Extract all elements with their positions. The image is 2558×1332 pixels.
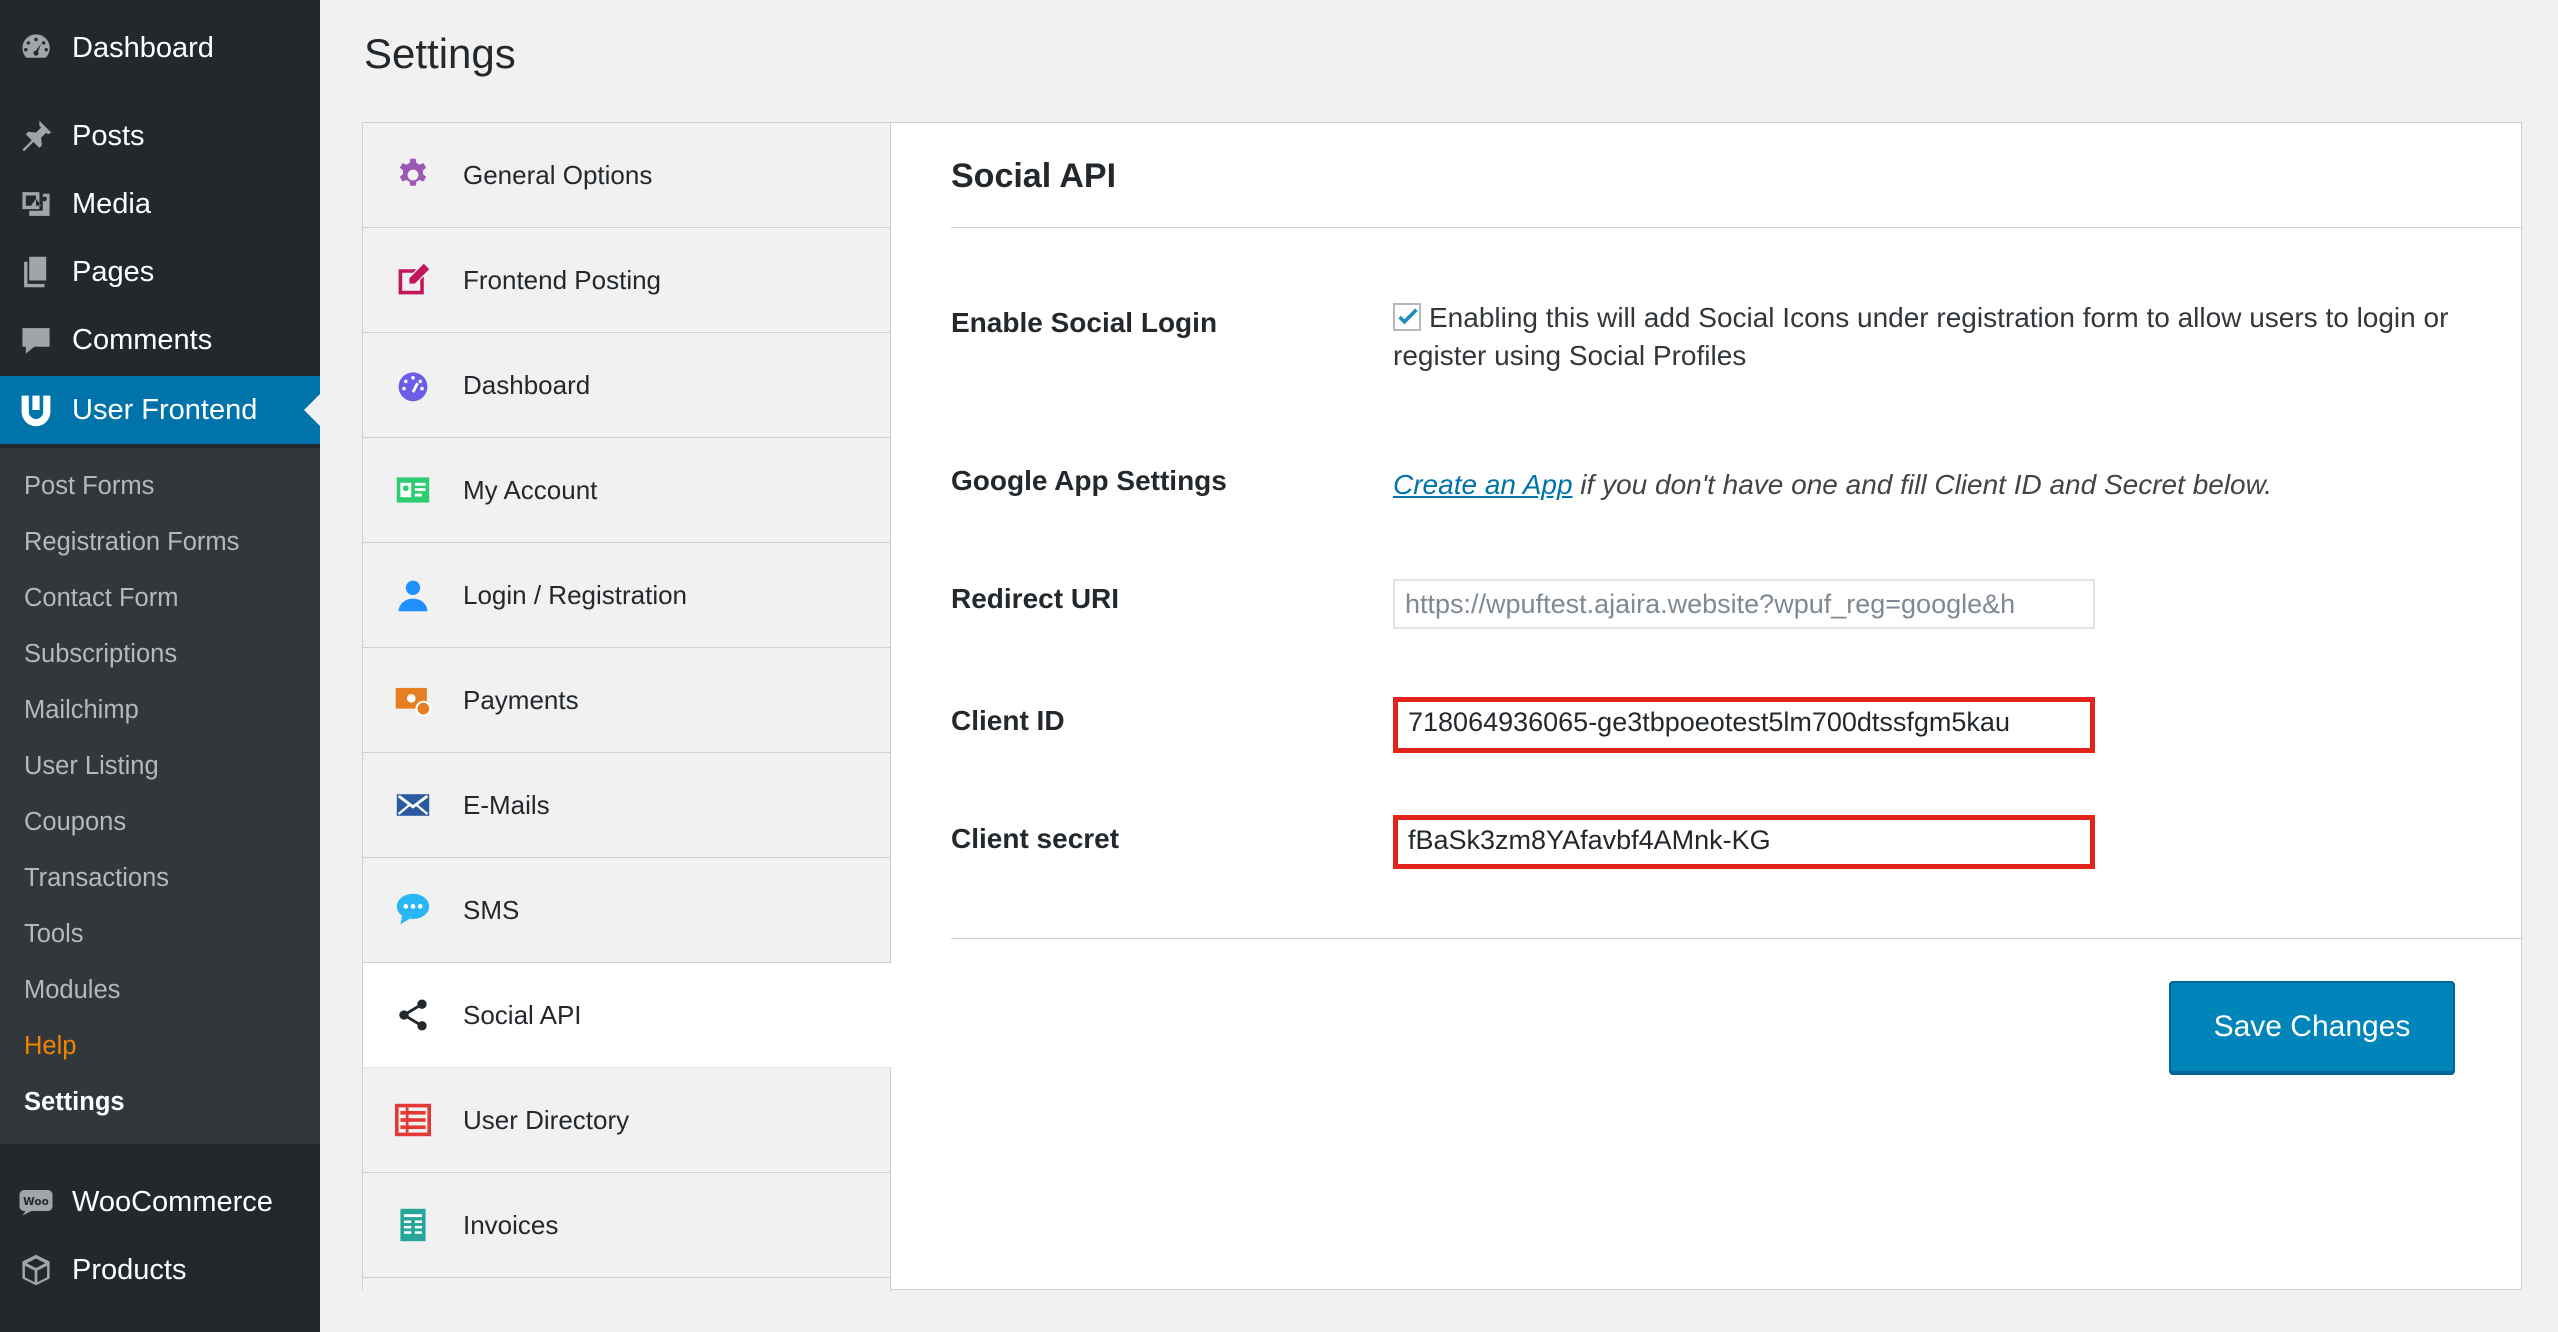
menu-item-comments[interactable]: Comments (0, 310, 320, 370)
tab-label: User Directory (463, 1104, 630, 1135)
dashboard-icon (393, 365, 433, 405)
tab-label: Dashboard (463, 369, 591, 400)
tab-payments[interactable]: Payments (363, 648, 891, 753)
menu-item-media[interactable]: Media (0, 174, 320, 234)
google-app-settings-label: Google App Settings (951, 465, 1227, 496)
client-id-label: Client ID (951, 705, 1065, 736)
menu-item-pages[interactable]: Pages (0, 242, 320, 302)
tab-label: Frontend Posting (463, 264, 662, 295)
tab-label: Invoices (463, 1209, 559, 1240)
redirect-uri-label: Redirect URI (951, 583, 1120, 614)
redirect-uri-input[interactable]: https://wpuftest.ajaira.website?wpuf_reg… (1393, 579, 2095, 629)
user-icon (393, 575, 433, 615)
list-icon (393, 1100, 433, 1140)
payment-icon (393, 680, 433, 720)
enable-social-login-description: Enabling this will add Social Icons unde… (1393, 302, 2449, 371)
submenu-item-help[interactable]: Help (24, 1032, 76, 1061)
user-frontend-submenu: Post Forms Registration Forms Contact Fo… (0, 448, 320, 1144)
submenu-item-coupons[interactable]: Coupons (24, 808, 126, 837)
admin-sidebar: Dashboard Posts Media Pages Comments Use… (0, 0, 320, 1332)
menu-label: Comments (72, 323, 213, 356)
submenu-item-contact-form[interactable]: Contact Form (24, 584, 178, 613)
menu-label: Pages (72, 255, 155, 288)
menu-label: User Frontend (72, 393, 258, 426)
tab-sms[interactable]: SMS (363, 858, 891, 963)
submenu-item-settings[interactable]: Settings (24, 1088, 125, 1117)
tab-label: Login / Registration (463, 579, 688, 610)
menu-item-posts[interactable]: Posts (0, 106, 320, 166)
tab-social-api[interactable]: Social API (363, 963, 893, 1068)
checkmark-icon (1398, 308, 1418, 325)
tab-general-options[interactable]: General Options (363, 123, 891, 228)
media-icon (18, 186, 54, 222)
pin-icon (18, 118, 54, 154)
comment-icon (18, 322, 54, 358)
tab-label: General Options (463, 159, 653, 190)
menu-item-products[interactable]: Products (0, 1240, 320, 1300)
edit-icon (393, 260, 433, 300)
id-card-icon (393, 470, 433, 510)
tab-user-directory[interactable]: User Directory (363, 1068, 891, 1173)
title-divider (951, 227, 2523, 228)
tab-label: Payments (463, 684, 579, 715)
form-divider (951, 938, 2523, 939)
tab-label: Social API (463, 999, 582, 1030)
tab-login-registration[interactable]: Login / Registration (363, 543, 891, 648)
tab-invoices[interactable]: Invoices (363, 1173, 891, 1278)
settings-container: General Options Frontend Posting Dashboa… (362, 122, 2523, 1291)
enable-social-login-field: Enabling this will add Social Icons unde… (1393, 299, 2513, 375)
tab-frontend-posting[interactable]: Frontend Posting (363, 228, 891, 333)
settings-tabs: General Options Frontend Posting Dashboa… (363, 123, 893, 1291)
menu-label: Media (72, 187, 151, 220)
chat-icon (393, 890, 433, 930)
save-changes-button[interactable]: Save Changes (2169, 981, 2455, 1073)
pages-icon (18, 254, 54, 290)
gear-icon (393, 155, 433, 195)
invoice-icon (393, 1205, 433, 1245)
menu-item-user-frontend[interactable]: User Frontend (0, 376, 320, 444)
tab-label: My Account (463, 474, 598, 505)
box-icon (18, 1252, 54, 1288)
envelope-icon (393, 785, 433, 825)
enable-social-login-label: Enable Social Login (951, 307, 1218, 338)
create-app-link[interactable]: Create an App (1393, 469, 1573, 500)
submenu-item-mailchimp[interactable]: Mailchimp (24, 696, 139, 725)
svg-text:Woo: Woo (23, 1196, 49, 1208)
submenu-item-user-listing[interactable]: User Listing (24, 752, 159, 781)
menu-item-dashboard[interactable]: Dashboard (0, 18, 320, 78)
submenu-item-subscriptions[interactable]: Subscriptions (24, 640, 177, 669)
google-app-settings-description: Create an App if you don't have one and … (1393, 469, 2272, 501)
google-app-help-text: if you don't have one and fill Client ID… (1572, 469, 2273, 500)
client-id-input[interactable]: 718064936065-ge3tbpoeotest5lm700dtssfgm5… (1393, 697, 2095, 753)
submenu-item-transactions[interactable]: Transactions (24, 864, 169, 893)
current-menu-arrow (304, 394, 320, 426)
tab-label: E-Mails (463, 789, 550, 820)
woo-icon: Woo (18, 1184, 54, 1220)
tab-dashboard[interactable]: Dashboard (363, 333, 891, 438)
enable-social-login-checkbox[interactable] (1393, 303, 1421, 331)
client-secret-input[interactable]: fBaSk3zm8YAfavbf4AMnk-KG (1393, 815, 2095, 869)
submenu-item-registration-forms[interactable]: Registration Forms (24, 528, 239, 557)
tab-e-mails[interactable]: E-Mails (363, 753, 891, 858)
panel-title: Social API (951, 157, 1117, 195)
submenu-item-tools[interactable]: Tools (24, 920, 84, 949)
client-secret-label: Client secret (951, 823, 1120, 854)
menu-item-woocommerce[interactable]: Woo WooCommerce (0, 1172, 320, 1232)
share-icon (393, 995, 433, 1035)
menu-label: Dashboard (72, 31, 214, 64)
menu-label: WooCommerce (72, 1185, 273, 1218)
page-title: Settings (364, 30, 516, 77)
submenu-item-modules[interactable]: Modules (24, 976, 120, 1005)
dashboard-icon (18, 30, 54, 66)
wpuf-logo-icon (18, 392, 54, 428)
menu-label: Products (72, 1253, 187, 1286)
tab-my-account[interactable]: My Account (363, 438, 891, 543)
menu-label: Posts (72, 119, 145, 152)
submenu-item-post-forms[interactable]: Post Forms (24, 472, 154, 501)
tab-label: SMS (463, 894, 520, 925)
